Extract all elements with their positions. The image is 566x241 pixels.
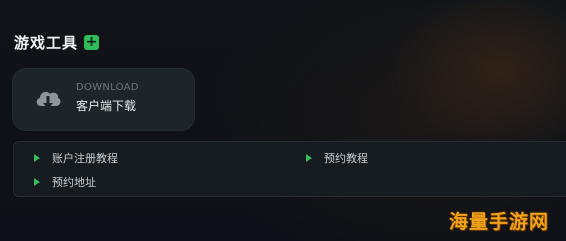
link-reservation-tutorial[interactable]: 预约教程 xyxy=(306,150,368,166)
download-client-card[interactable]: DOWNLOAD 客户端下载 xyxy=(12,68,195,131)
link-reservation-address[interactable]: 预约地址 xyxy=(34,174,96,190)
section-header: 游戏工具 + xyxy=(14,32,100,52)
cloud-download-icon xyxy=(36,91,61,109)
download-label: 客户端下载 xyxy=(76,99,137,113)
section-title: 游戏工具 xyxy=(14,33,79,52)
link-label: 预约地址 xyxy=(52,176,96,189)
link-label: 账户注册教程 xyxy=(52,152,118,165)
link-label: 预约教程 xyxy=(324,152,368,165)
plus-icon[interactable]: + xyxy=(84,34,100,50)
arrow-right-icon xyxy=(34,178,40,186)
download-sublabel: DOWNLOAD xyxy=(76,82,139,93)
arrow-right-icon xyxy=(306,154,312,162)
link-account-registration[interactable]: 账户注册教程 xyxy=(34,150,118,166)
arrow-right-icon xyxy=(34,154,40,162)
site-watermark: 海量手游网 xyxy=(449,211,550,233)
